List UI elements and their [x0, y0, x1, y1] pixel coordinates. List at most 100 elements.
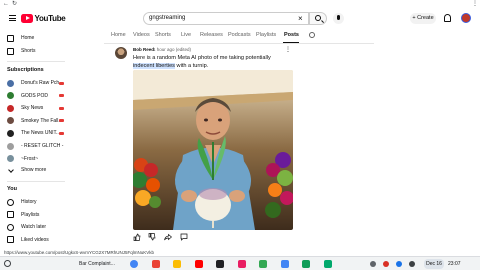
- notifications-bell-icon[interactable]: [444, 14, 451, 22]
- subscription-label: Sky News: [21, 105, 44, 112]
- tab-releases[interactable]: Releases: [200, 32, 223, 38]
- sidebar-item-home[interactable]: Home: [7, 33, 34, 43]
- sidebar-item-label: Home: [21, 35, 35, 41]
- channel-avatar: [7, 79, 14, 87]
- subscription-label: - RESET GLITCH -: [21, 143, 64, 149]
- post-more-icon[interactable]: ⋮: [285, 47, 291, 53]
- post-text-end: with a turnip.: [174, 63, 209, 69]
- live-indicator-icon: [59, 94, 64, 98]
- sidebar-item-playlists[interactable]: Playlists: [7, 210, 39, 220]
- like-icon[interactable]: [133, 233, 141, 241]
- tabs-divider: [104, 43, 374, 44]
- channel-avatar: [7, 104, 14, 112]
- play-store-icon[interactable]: [323, 260, 332, 268]
- subscription-item[interactable]: GODS POD: [7, 91, 48, 101]
- youtube-icon[interactable]: [194, 260, 203, 268]
- music-icon[interactable]: [237, 260, 246, 268]
- taskbar-date[interactable]: Dec 16: [424, 259, 444, 269]
- post-image[interactable]: [133, 70, 293, 230]
- refresh-icon[interactable]: ↻: [12, 0, 17, 8]
- sidebar-divider: [7, 181, 65, 182]
- live-indicator-icon: [59, 106, 64, 110]
- launcher-icon[interactable]: [4, 260, 11, 267]
- terminal-icon[interactable]: [216, 260, 224, 268]
- taskbar-window-title: Bar Complaint...: [79, 261, 115, 267]
- photos-icon[interactable]: [259, 260, 267, 268]
- sheets-icon[interactable]: [302, 260, 310, 268]
- tab-posts[interactable]: Posts: [284, 32, 299, 38]
- status-bar-url: https://www.youtube.com/post/UgkxS-wvmYC…: [2, 250, 157, 255]
- live-indicator-icon: [59, 81, 64, 85]
- taskbar: Bar Complaint... Dec 16 23:07: [0, 256, 480, 270]
- screen-record-icon[interactable]: [370, 261, 376, 267]
- live-indicator-icon: [59, 119, 64, 123]
- subscription-item[interactable]: - RESET GLITCH -: [7, 141, 63, 151]
- taskbar-window-item[interactable]: Bar Complaint...: [70, 259, 122, 269]
- youtube-header: YouTube gngstreaming × + Create: [0, 8, 480, 30]
- you-heading[interactable]: You: [7, 186, 17, 192]
- sidebar: Home Shorts Subscriptions Donut's Raw Pch..…: [0, 30, 70, 252]
- hamburger-menu-icon[interactable]: [9, 15, 16, 21]
- liked-videos-icon: [7, 236, 14, 244]
- tab-videos[interactable]: Videos: [133, 32, 150, 38]
- post-timestamp: 1 hour ago (edited): [153, 47, 192, 52]
- sidebar-item-label: Liked videos: [21, 236, 49, 243]
- chrome-icon[interactable]: [130, 260, 138, 268]
- account-avatar[interactable]: [461, 13, 471, 23]
- post-author[interactable]: Bob Reed: [133, 47, 154, 52]
- account-icon[interactable]: [396, 261, 402, 267]
- subscriptions-heading[interactable]: Subscriptions: [7, 67, 44, 73]
- search-input[interactable]: gngstreaming: [143, 12, 309, 25]
- page: ← ↻ ⋮ YouTube gngstreaming × + Create Ho…: [0, 0, 480, 270]
- search-button[interactable]: [309, 12, 327, 25]
- subscription-item[interactable]: Donut's Raw Pch...: [7, 78, 63, 88]
- recording-indicator-icon[interactable]: [383, 261, 389, 267]
- subscription-item[interactable]: Smokey The Fall...: [7, 116, 63, 126]
- back-icon[interactable]: ←: [3, 0, 9, 8]
- channel-tabs: Home Videos Shorts Live Releases Podcasts Play…: [104, 30, 364, 42]
- voice-search-icon[interactable]: [333, 13, 344, 24]
- sidebar-item-label: Watch later: [21, 224, 47, 231]
- sidebar-item-shorts[interactable]: Shorts: [7, 46, 35, 56]
- channel-search-icon[interactable]: [309, 32, 315, 38]
- post-actions: [133, 233, 293, 242]
- tab-podcasts[interactable]: Podcasts: [228, 32, 251, 38]
- subscription-item[interactable]: ~Frost~: [7, 154, 38, 164]
- clear-search-icon[interactable]: ×: [298, 14, 303, 23]
- post-text-start: Here is a random Meta AI photo of me tak…: [133, 55, 271, 61]
- tab-live[interactable]: Live: [181, 32, 191, 38]
- subscription-item[interactable]: The News UNIT...: [7, 128, 60, 138]
- show-more-button[interactable]: Show more: [7, 165, 46, 175]
- tab-home[interactable]: Home: [111, 32, 126, 38]
- post-text-highlight: indecent liberties: [133, 63, 175, 69]
- ai-photo-illustration: [133, 70, 293, 230]
- tab-playlists[interactable]: Playlists: [256, 32, 276, 38]
- channel-avatar: [7, 129, 14, 137]
- comments-icon[interactable]: [180, 233, 188, 241]
- pause-icon[interactable]: [409, 261, 415, 267]
- channel-avatar: [7, 142, 14, 150]
- youtube-logo[interactable]: YouTube: [21, 13, 66, 24]
- subscription-label: ~Frost~: [21, 155, 39, 162]
- post-author-avatar[interactable]: [115, 47, 127, 59]
- sidebar-item-liked-videos[interactable]: Liked videos: [7, 235, 49, 245]
- tab-shorts[interactable]: Shorts: [155, 32, 171, 38]
- browser-menu-icon[interactable]: ⋮: [472, 0, 478, 8]
- taskbar-time[interactable]: 23:07: [448, 259, 461, 269]
- shorts-icon: [7, 47, 14, 55]
- live-indicator-icon: [59, 131, 64, 135]
- sidebar-item-watch-later[interactable]: Watch later: [7, 222, 46, 232]
- youtube-logo-text: YouTube: [34, 14, 66, 23]
- subscription-item[interactable]: Sky News: [7, 103, 43, 113]
- gmail-icon[interactable]: [151, 260, 160, 268]
- share-icon[interactable]: [164, 233, 172, 241]
- subscription-label: GODS POD: [21, 92, 48, 99]
- files-icon[interactable]: [173, 260, 181, 268]
- channel-avatar: [7, 117, 14, 125]
- dislike-icon[interactable]: [148, 233, 156, 241]
- sidebar-divider: [7, 61, 65, 62]
- docs-icon[interactable]: [280, 260, 289, 268]
- sidebar-item-history[interactable]: History: [7, 197, 37, 207]
- post-text: Here is a random Meta AI photo of me tak…: [133, 54, 288, 70]
- create-button[interactable]: + Create: [410, 13, 436, 24]
